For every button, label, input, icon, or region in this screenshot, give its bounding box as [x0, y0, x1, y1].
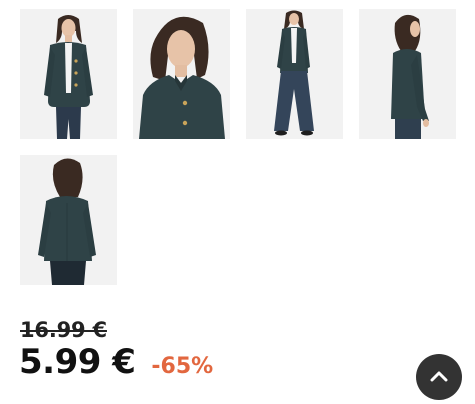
product-thumbnail-front[interactable] [20, 9, 117, 139]
product-thumbnail-back[interactable] [20, 155, 117, 285]
original-price: 16.99 € [20, 318, 107, 342]
discount-badge: -65% [151, 354, 214, 379]
scroll-to-top-button[interactable] [416, 354, 462, 400]
price-row: 5.99 € -65% [19, 342, 213, 382]
product-photo-full-length [246, 9, 343, 139]
product-image-gallery [20, 9, 456, 285]
product-thumbnail-side[interactable] [359, 9, 456, 139]
product-thumbnail-closeup[interactable] [133, 9, 230, 139]
product-thumbnail-full-length[interactable] [246, 9, 343, 139]
sale-price: 5.99 € [19, 342, 136, 382]
chevron-up-icon [430, 371, 448, 382]
product-photo-closeup [133, 9, 230, 139]
product-photo-side [359, 9, 456, 139]
product-photo-front [20, 9, 117, 139]
product-photo-back [20, 155, 117, 285]
product-page: 16.99 € 5.99 € -65% [0, 0, 475, 404]
